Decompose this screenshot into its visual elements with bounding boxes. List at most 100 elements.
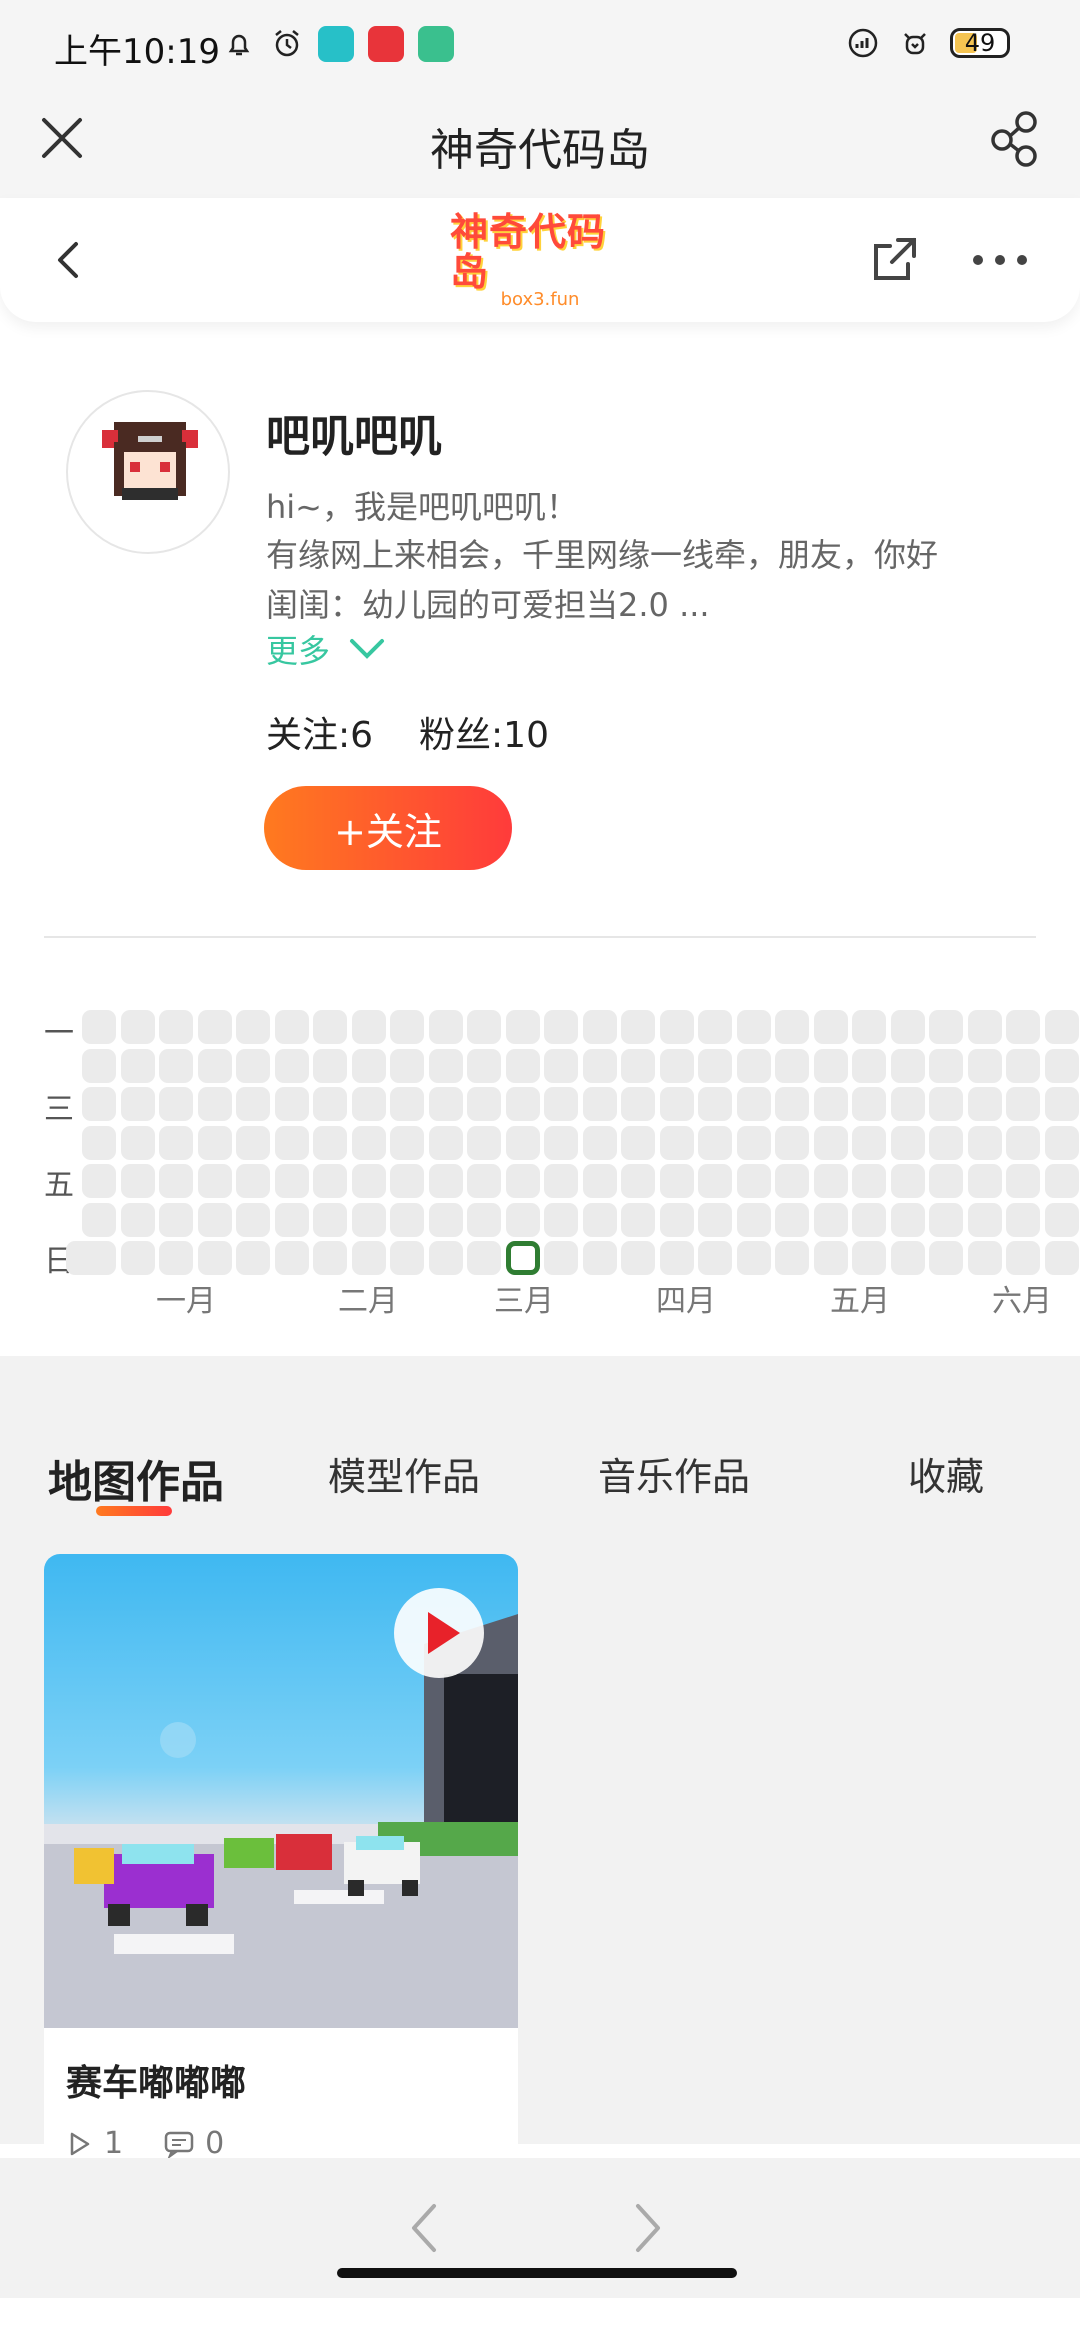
heatmap-cell — [621, 1125, 655, 1160]
heatmap-cell — [1044, 1202, 1079, 1237]
heatmap-cell — [313, 1087, 347, 1121]
heatmap-cell — [505, 1048, 540, 1083]
heatmap-cell — [65, 1241, 100, 1275]
heatmap-cell — [621, 1048, 655, 1083]
heatmap-cell — [698, 1202, 732, 1237]
play-count-icon — [70, 2132, 90, 2155]
play-button[interactable] — [394, 1588, 484, 1678]
bio-more-link[interactable]: 更多 — [266, 626, 386, 672]
heatmap-cell — [890, 1202, 925, 1237]
heatmap-cell — [82, 1202, 116, 1237]
heatmap-cell — [428, 1087, 463, 1121]
heatmap-cell — [659, 1125, 694, 1160]
heatmap-cell — [505, 1010, 540, 1044]
follow-button[interactable]: +关注 — [264, 786, 512, 870]
heatmap-cell — [82, 1010, 116, 1044]
heatmap-cell — [852, 1164, 886, 1198]
heatmap-cell — [736, 1010, 771, 1044]
heatmap-cell — [120, 1010, 155, 1044]
month-label: 四月 — [656, 1284, 716, 1319]
heatmap-cell — [544, 1202, 578, 1237]
heatmap-cell — [736, 1087, 771, 1121]
heatmap-cell — [467, 1048, 501, 1083]
battery-indicator: 49 — [950, 28, 1010, 58]
heatmap-cell — [967, 1241, 1002, 1275]
heatmap-cell — [659, 1048, 694, 1083]
open-external-icon[interactable] — [868, 234, 920, 286]
following-count[interactable]: 关注:6 — [266, 706, 373, 758]
site-logo[interactable]: 神奇代码岛 box3.fun — [450, 212, 630, 309]
heatmap-cell — [929, 1202, 963, 1237]
heatmap-cell — [505, 1087, 540, 1121]
heatmap-cell — [351, 1125, 386, 1160]
heatmap-cell — [390, 1087, 424, 1121]
heatmap-cell — [236, 1125, 270, 1160]
work-title[interactable]: 赛车嘟嘟嘟 — [66, 2054, 246, 2106]
month-label: 六月 — [992, 1284, 1052, 1319]
day-label: 五 — [44, 1168, 74, 1203]
nav-forward-icon[interactable] — [628, 2198, 668, 2258]
heatmap-cell — [120, 1202, 155, 1237]
heatmap-cell — [467, 1010, 501, 1044]
heatmap-cell — [159, 1087, 193, 1121]
status-icons-right: 49 — [846, 26, 1010, 60]
heatmap-cell — [582, 1202, 617, 1237]
notification-bell-icon — [228, 34, 250, 56]
nav-back-icon[interactable] — [404, 2198, 444, 2258]
heatmap-cell — [390, 1164, 424, 1198]
heatmap-cell — [852, 1048, 886, 1083]
heatmap-cell — [890, 1125, 925, 1160]
tab-map-works[interactable]: 地图作品 — [48, 1446, 224, 1510]
work-card[interactable]: 赛车嘟嘟嘟 1 0 — [44, 1554, 518, 2164]
home-gesture-bar[interactable] — [337, 2268, 737, 2278]
back-icon[interactable] — [48, 238, 88, 282]
heatmap-cell — [1044, 1125, 1079, 1160]
heatmap-cell — [120, 1087, 155, 1121]
username: 吧叽吧叽 — [266, 411, 442, 462]
heatmap-cell — [1044, 1164, 1079, 1198]
heatmap-cell — [621, 1087, 655, 1121]
heatmap-cell — [274, 1164, 309, 1198]
heatmap-cell — [659, 1164, 694, 1198]
heatmap-cell — [929, 1048, 963, 1083]
heatmap-cell — [775, 1087, 809, 1121]
heatmap-cell — [813, 1125, 848, 1160]
heatmap-cell — [236, 1241, 270, 1275]
heatmap-cell — [813, 1164, 848, 1198]
heatmap-cell — [544, 1087, 578, 1121]
heatmap-cell — [775, 1010, 809, 1044]
heatmap-cell — [428, 1164, 463, 1198]
heatmap-cell — [775, 1202, 809, 1237]
heatmap-cell — [390, 1010, 424, 1044]
heatmap-cell — [929, 1010, 963, 1044]
heatmap-cell — [1006, 1125, 1040, 1160]
avatar[interactable] — [66, 390, 230, 554]
heatmap-cell — [813, 1241, 848, 1275]
more-options-icon[interactable] — [970, 248, 1030, 272]
heatmap-cell — [929, 1164, 963, 1198]
share-icon[interactable] — [986, 108, 1046, 168]
heatmap-cell — [313, 1125, 347, 1160]
heatmap-cell — [929, 1125, 963, 1160]
heatmap-cell — [1044, 1241, 1079, 1275]
heatmap-cell — [890, 1241, 925, 1275]
heatmap-cell — [544, 1010, 578, 1044]
heatmap-cell — [274, 1202, 309, 1237]
heatmap-cell — [1044, 1048, 1079, 1083]
heatmap-cell — [813, 1202, 848, 1237]
comment-icon — [164, 2131, 194, 2158]
followers-count[interactable]: 粉丝:10 — [419, 706, 549, 758]
work-stats: 1 0 — [66, 2126, 224, 2161]
heatmap-cell — [505, 1241, 540, 1275]
tab-favorites[interactable]: 收藏 — [908, 1446, 984, 1501]
status-icons-left — [222, 26, 454, 62]
heatmap-cell — [197, 1202, 232, 1237]
heatmap-cell — [544, 1125, 578, 1160]
work-thumbnail[interactable] — [44, 1554, 518, 2028]
tab-model-works[interactable]: 模型作品 — [328, 1446, 480, 1501]
heatmap-cell — [390, 1125, 424, 1160]
heatmap-cell — [351, 1048, 386, 1083]
app-icon-teal — [318, 26, 354, 62]
battery-level: 49 — [964, 29, 996, 57]
tab-music-works[interactable]: 音乐作品 — [598, 1446, 750, 1501]
